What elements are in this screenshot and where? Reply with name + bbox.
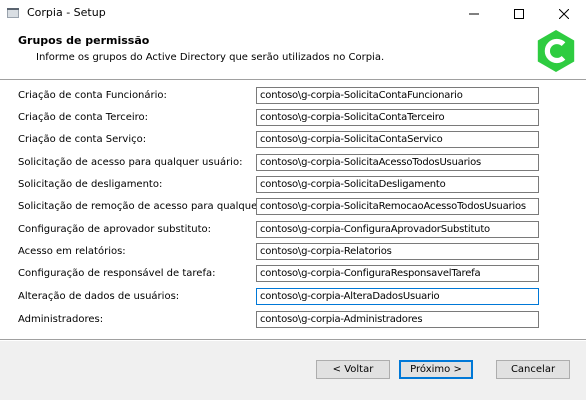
close-icon bbox=[558, 8, 569, 19]
group-input-terceiro[interactable] bbox=[256, 109, 539, 126]
field-label: Criação de conta Funcionário: bbox=[18, 90, 167, 101]
corpia-logo-icon bbox=[537, 30, 575, 72]
form-row: Configuração de aprovador substituto: bbox=[0, 221, 586, 240]
form-row: Solicitação de desligamento: bbox=[0, 176, 586, 195]
field-label: Solicitação de desligamento: bbox=[18, 179, 163, 190]
field-label: Solicitação de acesso para qualquer usuá… bbox=[18, 157, 243, 168]
group-input-funcionario[interactable] bbox=[256, 87, 539, 104]
field-label: Criação de conta Terceiro: bbox=[18, 112, 149, 123]
field-label: Alteração de dados de usuários: bbox=[18, 291, 180, 302]
close-button[interactable] bbox=[541, 0, 586, 27]
form-row: Acesso em relatórios: bbox=[0, 243, 586, 262]
group-input-servico[interactable] bbox=[256, 131, 539, 148]
field-label: Criação de conta Serviço: bbox=[18, 134, 147, 145]
title-bar: Corpia - Setup bbox=[0, 0, 586, 27]
form-row: Solicitação de acesso para qualquer usuá… bbox=[0, 154, 586, 173]
minimize-button[interactable] bbox=[451, 0, 496, 27]
cancel-button[interactable]: Cancelar bbox=[496, 360, 570, 379]
form-row: Criação de conta Funcionário: bbox=[0, 87, 586, 106]
maximize-button[interactable] bbox=[496, 0, 541, 27]
field-label: Acesso em relatórios: bbox=[18, 246, 126, 257]
form-row: Solicitação de remoção de acesso para qu… bbox=[0, 198, 586, 217]
field-label: Configuração de aprovador substituto: bbox=[18, 224, 212, 235]
next-button[interactable]: Próximo > bbox=[399, 360, 473, 379]
form-row: Alteração de dados de usuários: bbox=[0, 288, 586, 307]
group-input-relatorios[interactable] bbox=[256, 243, 539, 260]
group-input-administradores[interactable] bbox=[256, 311, 539, 328]
field-label: Configuração de responsável de tarefa: bbox=[18, 268, 216, 279]
form-row: Criação de conta Terceiro: bbox=[0, 109, 586, 128]
form-row: Configuração de responsável de tarefa: bbox=[0, 265, 586, 284]
group-input-responsavel-tarefa[interactable] bbox=[256, 265, 539, 282]
field-label: Administradores: bbox=[18, 314, 104, 325]
form-row: Criação de conta Serviço: bbox=[0, 131, 586, 150]
wizard-header: Grupos de permissão Informe os grupos do… bbox=[0, 27, 586, 79]
form-row: Administradores: bbox=[0, 311, 586, 330]
page-title: Grupos de permissão bbox=[18, 34, 150, 47]
group-input-remocao-acesso[interactable] bbox=[256, 198, 539, 215]
group-input-desligamento[interactable] bbox=[256, 176, 539, 193]
minimize-icon bbox=[468, 13, 479, 14]
window-title: Corpia - Setup bbox=[27, 6, 106, 19]
maximize-icon bbox=[513, 8, 524, 19]
header-divider bbox=[0, 79, 586, 83]
group-input-acesso-todos[interactable] bbox=[256, 154, 539, 171]
app-icon bbox=[7, 8, 19, 18]
back-button[interactable]: < Voltar bbox=[316, 360, 390, 379]
group-input-aprovador-substituto[interactable] bbox=[256, 221, 539, 238]
page-subtitle: Informe os grupos do Active Directory qu… bbox=[36, 52, 385, 63]
group-input-altera-dados[interactable] bbox=[256, 288, 539, 305]
wizard-footer: < Voltar Próximo > Cancelar bbox=[0, 341, 586, 400]
